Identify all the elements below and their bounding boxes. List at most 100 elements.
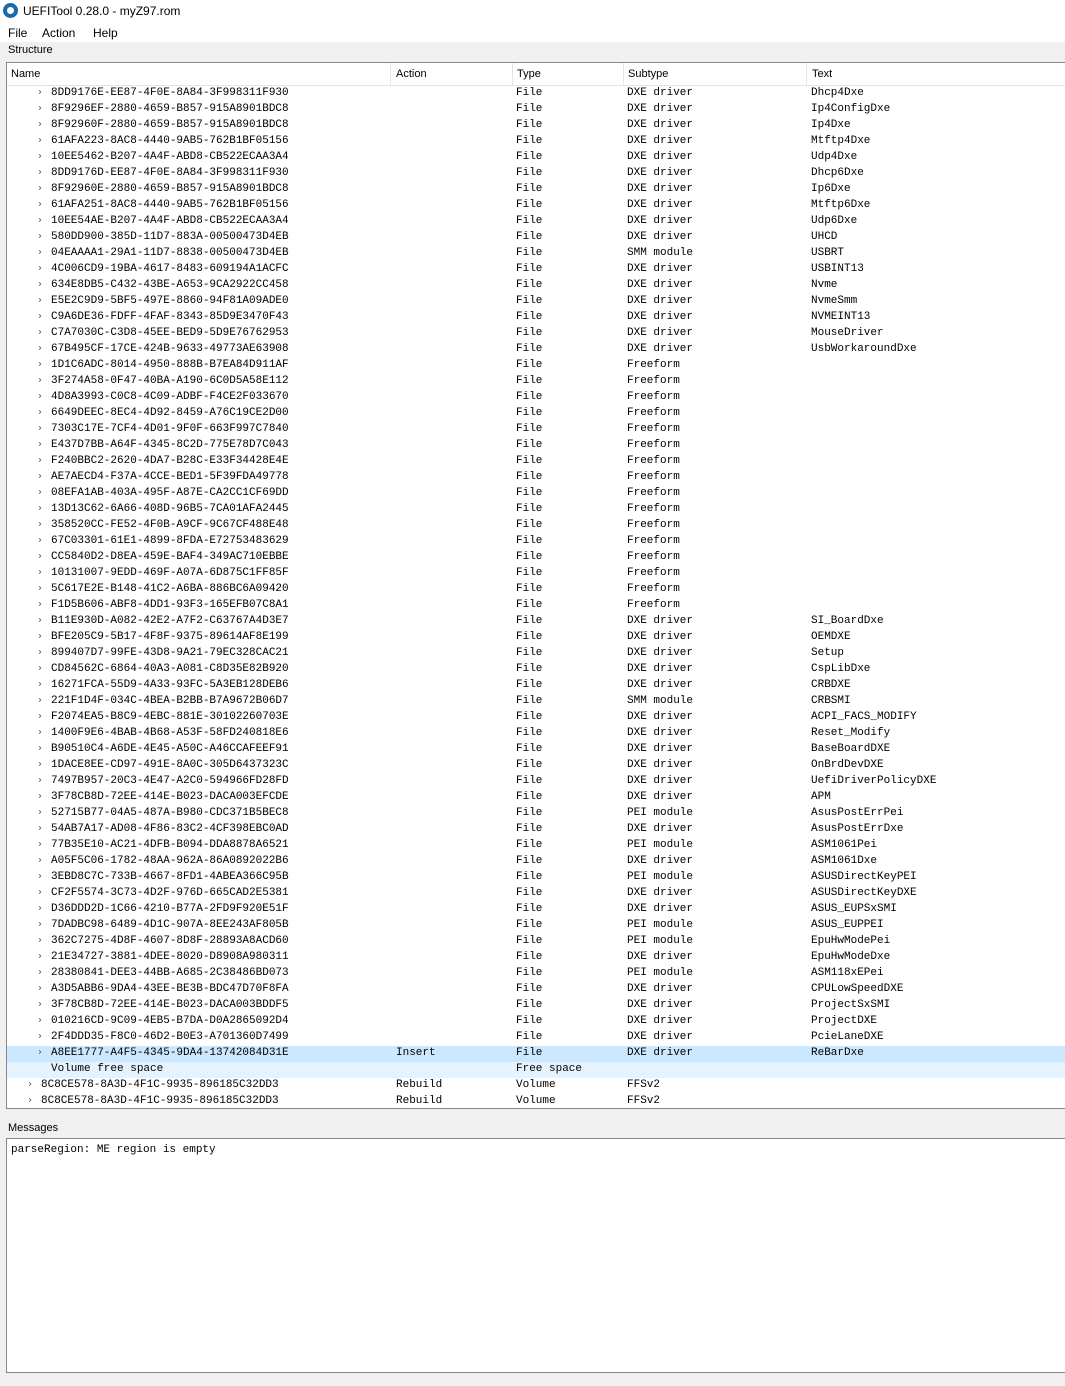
expand-chevron-icon[interactable]: › [38,679,42,690]
expand-chevron-icon[interactable]: › [38,567,42,578]
expand-chevron-icon[interactable]: › [38,791,42,802]
expand-chevron-icon[interactable]: › [38,551,42,562]
tree-row[interactable]: › 3EBD8C7C-733B-4667-8FD1-4ABEA366C95B Fil… [7,870,1065,886]
expand-chevron-icon[interactable]: › [38,599,42,610]
menu-file[interactable]: File [8,26,27,40]
tree-row[interactable]: › E5E2C9D9-5BF5-497E-8860-94F81A09ADE0 Fil… [7,294,1065,310]
tree-row[interactable]: › F240BBC2-2620-4DA7-B28C-E33F34428E4E Fil… [7,454,1065,470]
tree-row[interactable]: › 10EE54AE-B207-4A4F-ABD8-CB522ECAA3A4 Fil… [7,214,1065,230]
tree-row[interactable]: › 010216CD-9C09-4EB5-B7DA-D0A2865092D4 Fil… [7,1014,1065,1030]
expand-chevron-icon[interactable]: › [38,471,42,482]
column-divider[interactable] [623,63,624,85]
tree-row[interactable]: › 8DD9176D-EE87-4F0E-8A84-3F998311F930 Fil… [7,166,1065,182]
tree-row[interactable]: › CF2F5574-3C73-4D2F-976D-665CAD2E5381 Fil… [7,886,1065,902]
expand-chevron-icon[interactable]: › [38,295,42,306]
expand-chevron-icon[interactable]: › [38,935,42,946]
expand-chevron-icon[interactable]: › [38,1015,42,1026]
tree-row[interactable]: › 08EFA1AB-403A-495F-A87E-CA2CC1CF69DD Fil… [7,486,1065,502]
messages-list[interactable]: parseRegion: ME region is empty [6,1138,1065,1373]
expand-chevron-icon[interactable]: › [38,823,42,834]
expand-chevron-icon[interactable]: › [38,215,42,226]
tree-row[interactable]: › 67C03301-61E1-4899-8FDA-E72753483629 Fil… [7,534,1065,550]
expand-chevron-icon[interactable]: › [38,759,42,770]
expand-chevron-icon[interactable]: › [38,263,42,274]
tree-row[interactable]: › 28380841-DEE3-44BB-A685-2C38486BD073 Fil… [7,966,1065,982]
tree-row[interactable]: › D36DDD2D-1C66-4210-B77A-2FD9F920E51F Fil… [7,902,1065,918]
expand-chevron-icon[interactable]: › [38,391,42,402]
column-divider[interactable] [390,63,391,85]
expand-chevron-icon[interactable]: › [38,519,42,530]
expand-chevron-icon[interactable]: › [38,439,42,450]
tree-row[interactable]: › 67B495CF-17CE-424B-9633-49773AE63908 Fil… [7,342,1065,358]
tree-row[interactable]: › 04EAAAA1-29A1-11D7-8838-00500473D4EB Fil… [7,246,1065,262]
expand-chevron-icon[interactable]: › [38,951,42,962]
tree-row[interactable]: › 21E34727-3881-4DEE-8020-D8908A980311 Fil… [7,950,1065,966]
tree-row[interactable]: › A3D5ABB6-9DA4-43EE-BE3B-BDC47D70F8FA Fil… [7,982,1065,998]
expand-chevron-icon[interactable]: › [38,743,42,754]
expand-chevron-icon[interactable]: › [38,231,42,242]
tree-row[interactable]: › BFE205C9-5B17-4F8F-9375-89614AF8E199 Fil… [7,630,1065,646]
tree-row[interactable]: › 8F9296EF-2880-4659-B857-915A8901BDC8 Fil… [7,102,1065,118]
tree-row[interactable]: › 8DD9176E-EE87-4F0E-8A84-3F998311F930 Fil… [7,86,1065,102]
expand-chevron-icon[interactable]: › [38,711,42,722]
tree-row[interactable]: › 634E8DB5-C432-43BE-A653-9CA2922CC458 Fil… [7,278,1065,294]
tree-row[interactable]: › 5C617E2E-B148-41C2-A6BA-886BC6A09420 Fil… [7,582,1065,598]
expand-chevron-icon[interactable]: › [38,199,42,210]
tree-row[interactable]: › 13D13C62-6A66-408D-96B5-7CA01AFA2445 Fil… [7,502,1065,518]
tree-row[interactable]: › CC5840D2-D8EA-459E-BAF4-349AC710EBBE Fil… [7,550,1065,566]
tree-row[interactable]: › 3F78CB8D-72EE-414E-B023-DACA003BDDF5 Fil… [7,998,1065,1014]
expand-chevron-icon[interactable]: › [38,311,42,322]
tree-row[interactable]: › 61AFA251-8AC8-4440-9AB5-762B1BF05156 Fil… [7,198,1065,214]
tree-row[interactable]: › F2074EA5-B8C9-4EBC-881E-30102260703E Fil… [7,710,1065,726]
tree-row[interactable]: › 358520CC-FE52-4F0B-A9CF-9C67CF488E48 Fil… [7,518,1065,534]
expand-chevron-icon[interactable]: › [38,343,42,354]
expand-chevron-icon[interactable]: › [28,1095,32,1106]
expand-chevron-icon[interactable]: › [38,919,42,930]
expand-chevron-icon[interactable]: › [38,487,42,498]
expand-chevron-icon[interactable]: › [38,167,42,178]
expand-chevron-icon[interactable]: › [38,407,42,418]
tree-row[interactable]: › 1400F9E6-4BAB-4B68-A53F-58FD240818E6 Fil… [7,726,1065,742]
tree-row[interactable]: › 8C8CE578-8A3D-4F1C-9935-896185C32DD3 Reb… [7,1078,1065,1094]
expand-chevron-icon[interactable]: › [38,839,42,850]
tree-row[interactable]: › 77B35E10-AC21-4DFB-B094-DDA8878A6521 Fil… [7,838,1065,854]
menu-help[interactable]: Help [93,26,118,40]
expand-chevron-icon[interactable]: › [38,727,42,738]
expand-chevron-icon[interactable]: › [38,87,42,98]
tree-row[interactable]: › 7DADBC98-6489-4D1C-907A-8EE243AF805B Fil… [7,918,1065,934]
expand-chevron-icon[interactable]: › [38,887,42,898]
expand-chevron-icon[interactable]: › [38,967,42,978]
column-header-action[interactable]: Action [396,68,427,80]
expand-chevron-icon[interactable]: › [38,1031,42,1042]
tree-row[interactable]: › 1D1C6ADC-8014-4950-888B-B7EA84D911AF Fil… [7,358,1065,374]
tree-row[interactable]: › 3F78CB8D-72EE-414E-B023-DACA003EFCDE Fil… [7,790,1065,806]
expand-chevron-icon[interactable]: › [38,375,42,386]
expand-chevron-icon[interactable]: › [38,647,42,658]
tree-row[interactable]: › 8C8CE578-8A3D-4F1C-9935-896185C32DD3 Reb… [7,1094,1065,1108]
expand-chevron-icon[interactable]: › [38,695,42,706]
column-divider[interactable] [512,63,513,85]
expand-chevron-icon[interactable]: › [38,103,42,114]
expand-chevron-icon[interactable]: › [38,583,42,594]
tree-row[interactable]: › 4D8A3993-C0C8-4C09-ADBF-F4CE2F033670 Fil… [7,390,1065,406]
message-item[interactable]: parseRegion: ME region is empty [11,1144,216,1156]
tree-row[interactable]: › 8F92960E-2880-4659-B857-915A8901BDC8 Fil… [7,182,1065,198]
expand-chevron-icon[interactable]: › [38,119,42,130]
expand-chevron-icon[interactable]: › [38,359,42,370]
tree-row[interactable]: › 899407D7-99FE-43D8-9A21-79EC328CAC21 Fil… [7,646,1065,662]
expand-chevron-icon[interactable]: › [38,999,42,1010]
expand-chevron-icon[interactable]: › [38,279,42,290]
tree-row[interactable]: › 61AFA223-8AC8-4440-9AB5-762B1BF05156 Fil… [7,134,1065,150]
expand-chevron-icon[interactable]: › [38,855,42,866]
tree-row[interactable]: › 4C006CD9-19BA-4617-8483-609194A1ACFC Fil… [7,262,1065,278]
expand-chevron-icon[interactable]: › [38,615,42,626]
tree-row[interactable]: › 580DD900-385D-11D7-883A-00500473D4EB Fil… [7,230,1065,246]
tree-row[interactable]: › 362C7275-4D8F-4607-8D8F-28893A8ACD60 Fil… [7,934,1065,950]
tree-row[interactable]: › B11E930D-A082-42E2-A7F2-C63767A4D3E7 Fil… [7,614,1065,630]
tree-row[interactable]: › C7A7030C-C3D8-45EE-BED9-5D9E76762953 Fil… [7,326,1065,342]
tree-row[interactable]: › 8F92960F-2880-4659-B857-915A8901BDC8 Fil… [7,118,1065,134]
expand-chevron-icon[interactable]: › [38,871,42,882]
expand-chevron-icon[interactable]: › [38,327,42,338]
expand-chevron-icon[interactable]: › [38,503,42,514]
column-header-text[interactable]: Text [812,68,832,80]
